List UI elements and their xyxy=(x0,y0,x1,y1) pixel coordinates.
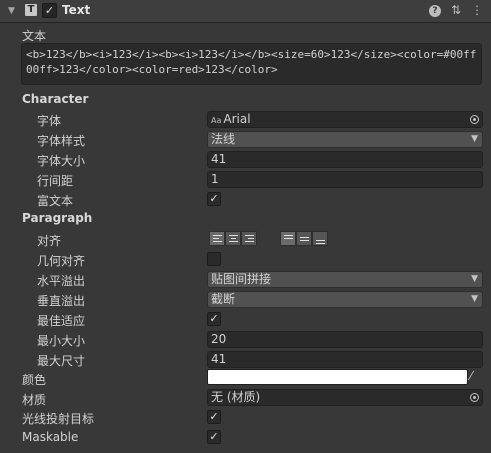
material-field[interactable]: 无 (材质) xyxy=(207,389,483,406)
align-bottom-button[interactable] xyxy=(312,231,328,246)
rich-text-label: 富文本 xyxy=(37,194,74,208)
horizontal-overflow-label: 水平溢出 xyxy=(37,274,86,288)
raycast-target-label: 光线投射目标 xyxy=(22,412,95,426)
color-label: 颜色 xyxy=(22,373,47,387)
vertical-alignment-group xyxy=(280,231,328,247)
foldout-arrow-icon[interactable]: ▼ xyxy=(8,6,15,16)
object-picker-icon[interactable] xyxy=(470,393,479,402)
font-label: 字体 xyxy=(37,114,62,128)
rich-text-checkbox[interactable]: ✓ xyxy=(207,192,221,206)
horizontal-overflow-dropdown[interactable]: 贴图间拼接 ▼ xyxy=(207,271,483,288)
material-label: 材质 xyxy=(22,393,47,407)
align-middle-button[interactable] xyxy=(296,231,312,246)
font-style-value: 法线 xyxy=(211,132,236,146)
text-input[interactable]: <b>123</b><i>123</i><b><i>123</i></b><si… xyxy=(21,43,482,85)
component-title: Text xyxy=(62,3,91,17)
object-picker-icon[interactable] xyxy=(470,115,479,124)
paragraph-section-header: Paragraph xyxy=(22,211,93,225)
component-enabled-checkbox[interactable]: ✓ xyxy=(42,3,57,18)
font-size-input[interactable]: 41 xyxy=(207,151,483,168)
font-field[interactable]: Aa Arial xyxy=(207,111,483,128)
font-style-label: 字体样式 xyxy=(37,134,86,148)
alignment-label: 对齐 xyxy=(37,234,62,248)
align-top-button[interactable] xyxy=(280,231,296,246)
maskable-label: Maskable xyxy=(22,430,79,444)
min-size-input[interactable]: 20 xyxy=(207,331,483,348)
max-size-label: 最大尺寸 xyxy=(37,354,86,368)
chevron-down-icon: ▼ xyxy=(471,294,478,304)
raycast-target-checkbox[interactable]: ✓ xyxy=(207,410,221,424)
help-icon[interactable]: ? xyxy=(429,5,441,17)
presets-icon[interactable]: ⇅ xyxy=(449,3,463,17)
min-size-label: 最小大小 xyxy=(37,334,86,348)
align-center-button[interactable] xyxy=(225,231,241,246)
line-spacing-label: 行间距 xyxy=(37,174,74,188)
max-size-input[interactable]: 41 xyxy=(207,351,483,368)
text-label: 文本 xyxy=(22,29,47,43)
best-fit-checkbox[interactable]: ✓ xyxy=(207,312,221,326)
best-fit-label: 最佳适应 xyxy=(37,314,86,328)
eyedropper-icon[interactable]: ⁄ xyxy=(470,369,472,383)
font-asset-icon: Aa xyxy=(211,116,222,125)
vertical-overflow-dropdown[interactable]: 截断 ▼ xyxy=(207,291,483,308)
maskable-checkbox[interactable]: ✓ xyxy=(207,430,221,444)
horizontal-overflow-value: 贴图间拼接 xyxy=(211,272,272,286)
chevron-down-icon: ▼ xyxy=(471,134,478,144)
font-style-dropdown[interactable]: 法线 ▼ xyxy=(207,131,483,148)
character-section-header: Character xyxy=(22,92,89,106)
color-swatch[interactable] xyxy=(207,369,468,385)
component-header: ▼ T ✓ Text ? ⇅ ⋮ xyxy=(0,0,491,23)
align-by-geometry-label: 几何对齐 xyxy=(37,254,86,268)
text-component-icon: T xyxy=(25,4,37,16)
align-left-button[interactable] xyxy=(209,231,225,246)
material-value: 无 (材质) xyxy=(211,390,261,404)
line-spacing-input[interactable]: 1 xyxy=(207,171,483,188)
vertical-overflow-value: 截断 xyxy=(211,292,236,306)
align-by-geometry-checkbox[interactable] xyxy=(207,252,221,266)
more-options-icon[interactable]: ⋮ xyxy=(470,3,484,17)
align-right-button[interactable] xyxy=(241,231,257,246)
vertical-overflow-label: 垂直溢出 xyxy=(37,294,86,308)
font-value: Arial xyxy=(223,112,251,126)
horizontal-alignment-group xyxy=(209,231,257,247)
font-size-label: 字体大小 xyxy=(37,154,86,168)
chevron-down-icon: ▼ xyxy=(471,274,478,284)
